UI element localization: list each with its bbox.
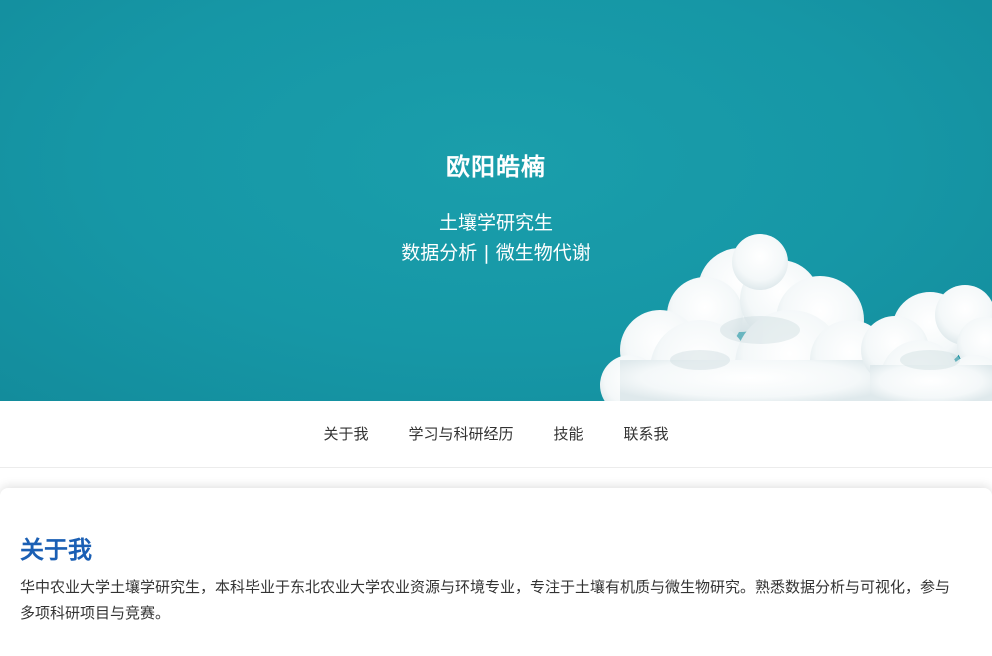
about-section: 关于我 华中农业大学土壤学研究生，本科毕业于东北农业大学农业资源与环境专业，专注… (0, 488, 992, 656)
hero-text: 欧阳皓楠 土壤学研究生 数据分析 | 微生物代谢 (0, 150, 992, 268)
about-body: 华中农业大学土壤学研究生，本科毕业于东北农业大学农业资源与环境专业，专注于土壤有… (20, 578, 951, 622)
nav-item-skills[interactable]: 技能 (534, 401, 604, 467)
nav-item-contact[interactable]: 联系我 (604, 401, 689, 467)
hero-name: 欧阳皓楠 (446, 153, 546, 181)
hero-subtitle: 土壤学研究生 (438, 212, 553, 234)
hero-tagline: 数据分析 | 微生物代谢 (401, 242, 591, 264)
hero-banner: 欧阳皓楠 土壤学研究生 数据分析 | 微生物代谢 (0, 0, 992, 401)
main-nav: 关于我 学习与科研经历 技能 联系我 (0, 401, 992, 468)
spacer (0, 468, 992, 488)
nav-item-experience[interactable]: 学习与科研经历 (388, 401, 533, 467)
nav-item-about[interactable]: 关于我 (303, 401, 388, 467)
about-title: 关于我 (20, 536, 92, 564)
